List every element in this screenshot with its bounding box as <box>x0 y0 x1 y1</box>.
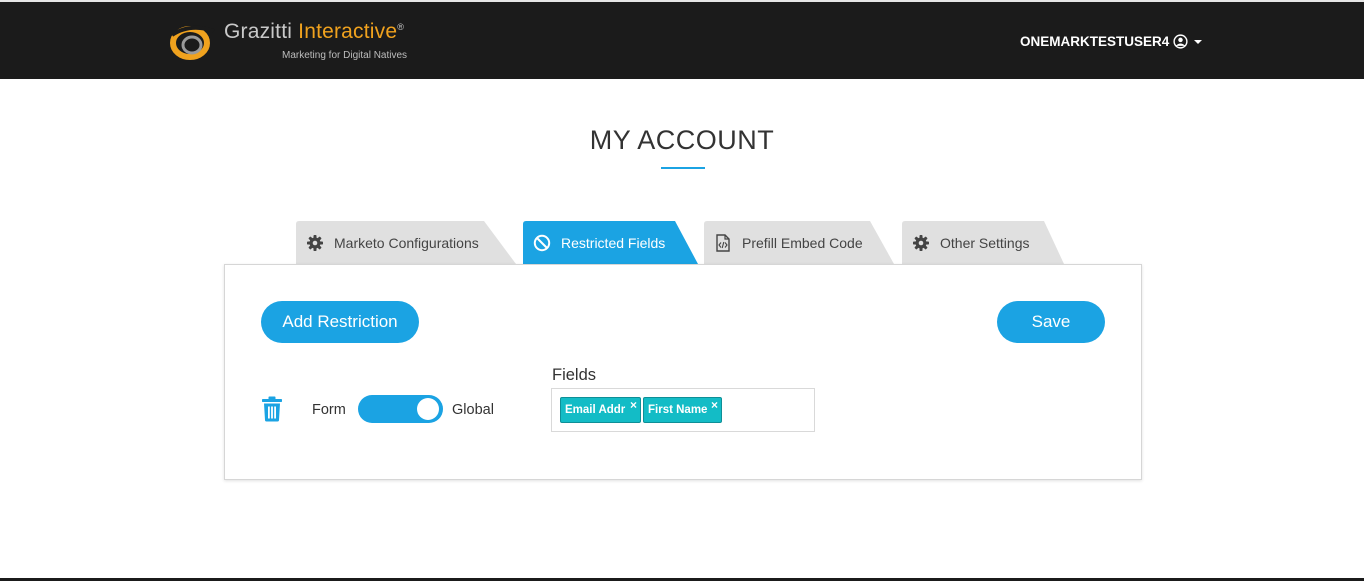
page-title: MY ACCOUNT <box>589 125 775 155</box>
fields-label: Fields <box>552 366 597 384</box>
gear-icon <box>307 234 323 251</box>
brand-tagline: Marketing for Digital Natives <box>282 50 408 61</box>
user-menu[interactable]: ONEMARKTESTUSER4 <box>1020 34 1203 49</box>
tab-other-settings[interactable]: Other Settings <box>902 221 1064 264</box>
restricted-fields-panel <box>224 264 1142 480</box>
gear-icon <box>913 234 929 251</box>
title-underline <box>661 167 705 169</box>
scope-form-label: Form <box>312 402 346 418</box>
tab-marketo-configurations[interactable]: Marketo Configurations <box>296 221 516 264</box>
remove-chip-icon[interactable]: × <box>711 399 718 411</box>
add-restriction-button[interactable]: Add Restriction <box>261 301 419 343</box>
scope-toggle[interactable] <box>358 395 443 423</box>
trash-icon[interactable] <box>260 396 284 422</box>
save-button[interactable]: Save <box>997 301 1105 343</box>
brand-name: Grazitti Interactive® <box>224 20 404 44</box>
brand-name-first: Grazitti <box>224 20 293 43</box>
tab-label: Restricted Fields <box>561 234 666 251</box>
brand-name-second: Interactive <box>298 20 398 43</box>
fields-input[interactable]: Email Addr × First Name × <box>551 388 815 432</box>
scope-global-label: Global <box>452 402 494 418</box>
logo-mark-icon <box>170 25 215 60</box>
tab-restricted-fields[interactable]: Restricted Fields <box>523 221 698 264</box>
user-circle-icon <box>1173 34 1188 49</box>
remove-chip-icon[interactable]: × <box>630 399 637 411</box>
field-chip-label: Email Addr <box>565 404 626 416</box>
field-chip-label: First Name <box>648 404 708 416</box>
toggle-knob <box>417 398 439 420</box>
ban-icon <box>533 234 551 251</box>
brand-logo[interactable]: Grazitti Interactive® Marketing for Digi… <box>168 17 428 67</box>
brand-registered-mark: ® <box>397 22 405 32</box>
code-file-icon <box>716 233 730 252</box>
top-navbar: Grazitti Interactive® Marketing for Digi… <box>0 0 1364 79</box>
tab-label: Other Settings <box>940 234 1030 251</box>
tab-label: Marketo Configurations <box>334 234 479 251</box>
caret-down-icon <box>1194 39 1203 44</box>
field-chip: First Name × <box>643 397 722 423</box>
field-chip: Email Addr × <box>560 397 641 423</box>
tab-label: Prefill Embed Code <box>742 234 863 251</box>
username: ONEMARKTESTUSER4 <box>1020 34 1170 49</box>
tab-prefill-embed-code[interactable]: Prefill Embed Code <box>704 221 894 264</box>
